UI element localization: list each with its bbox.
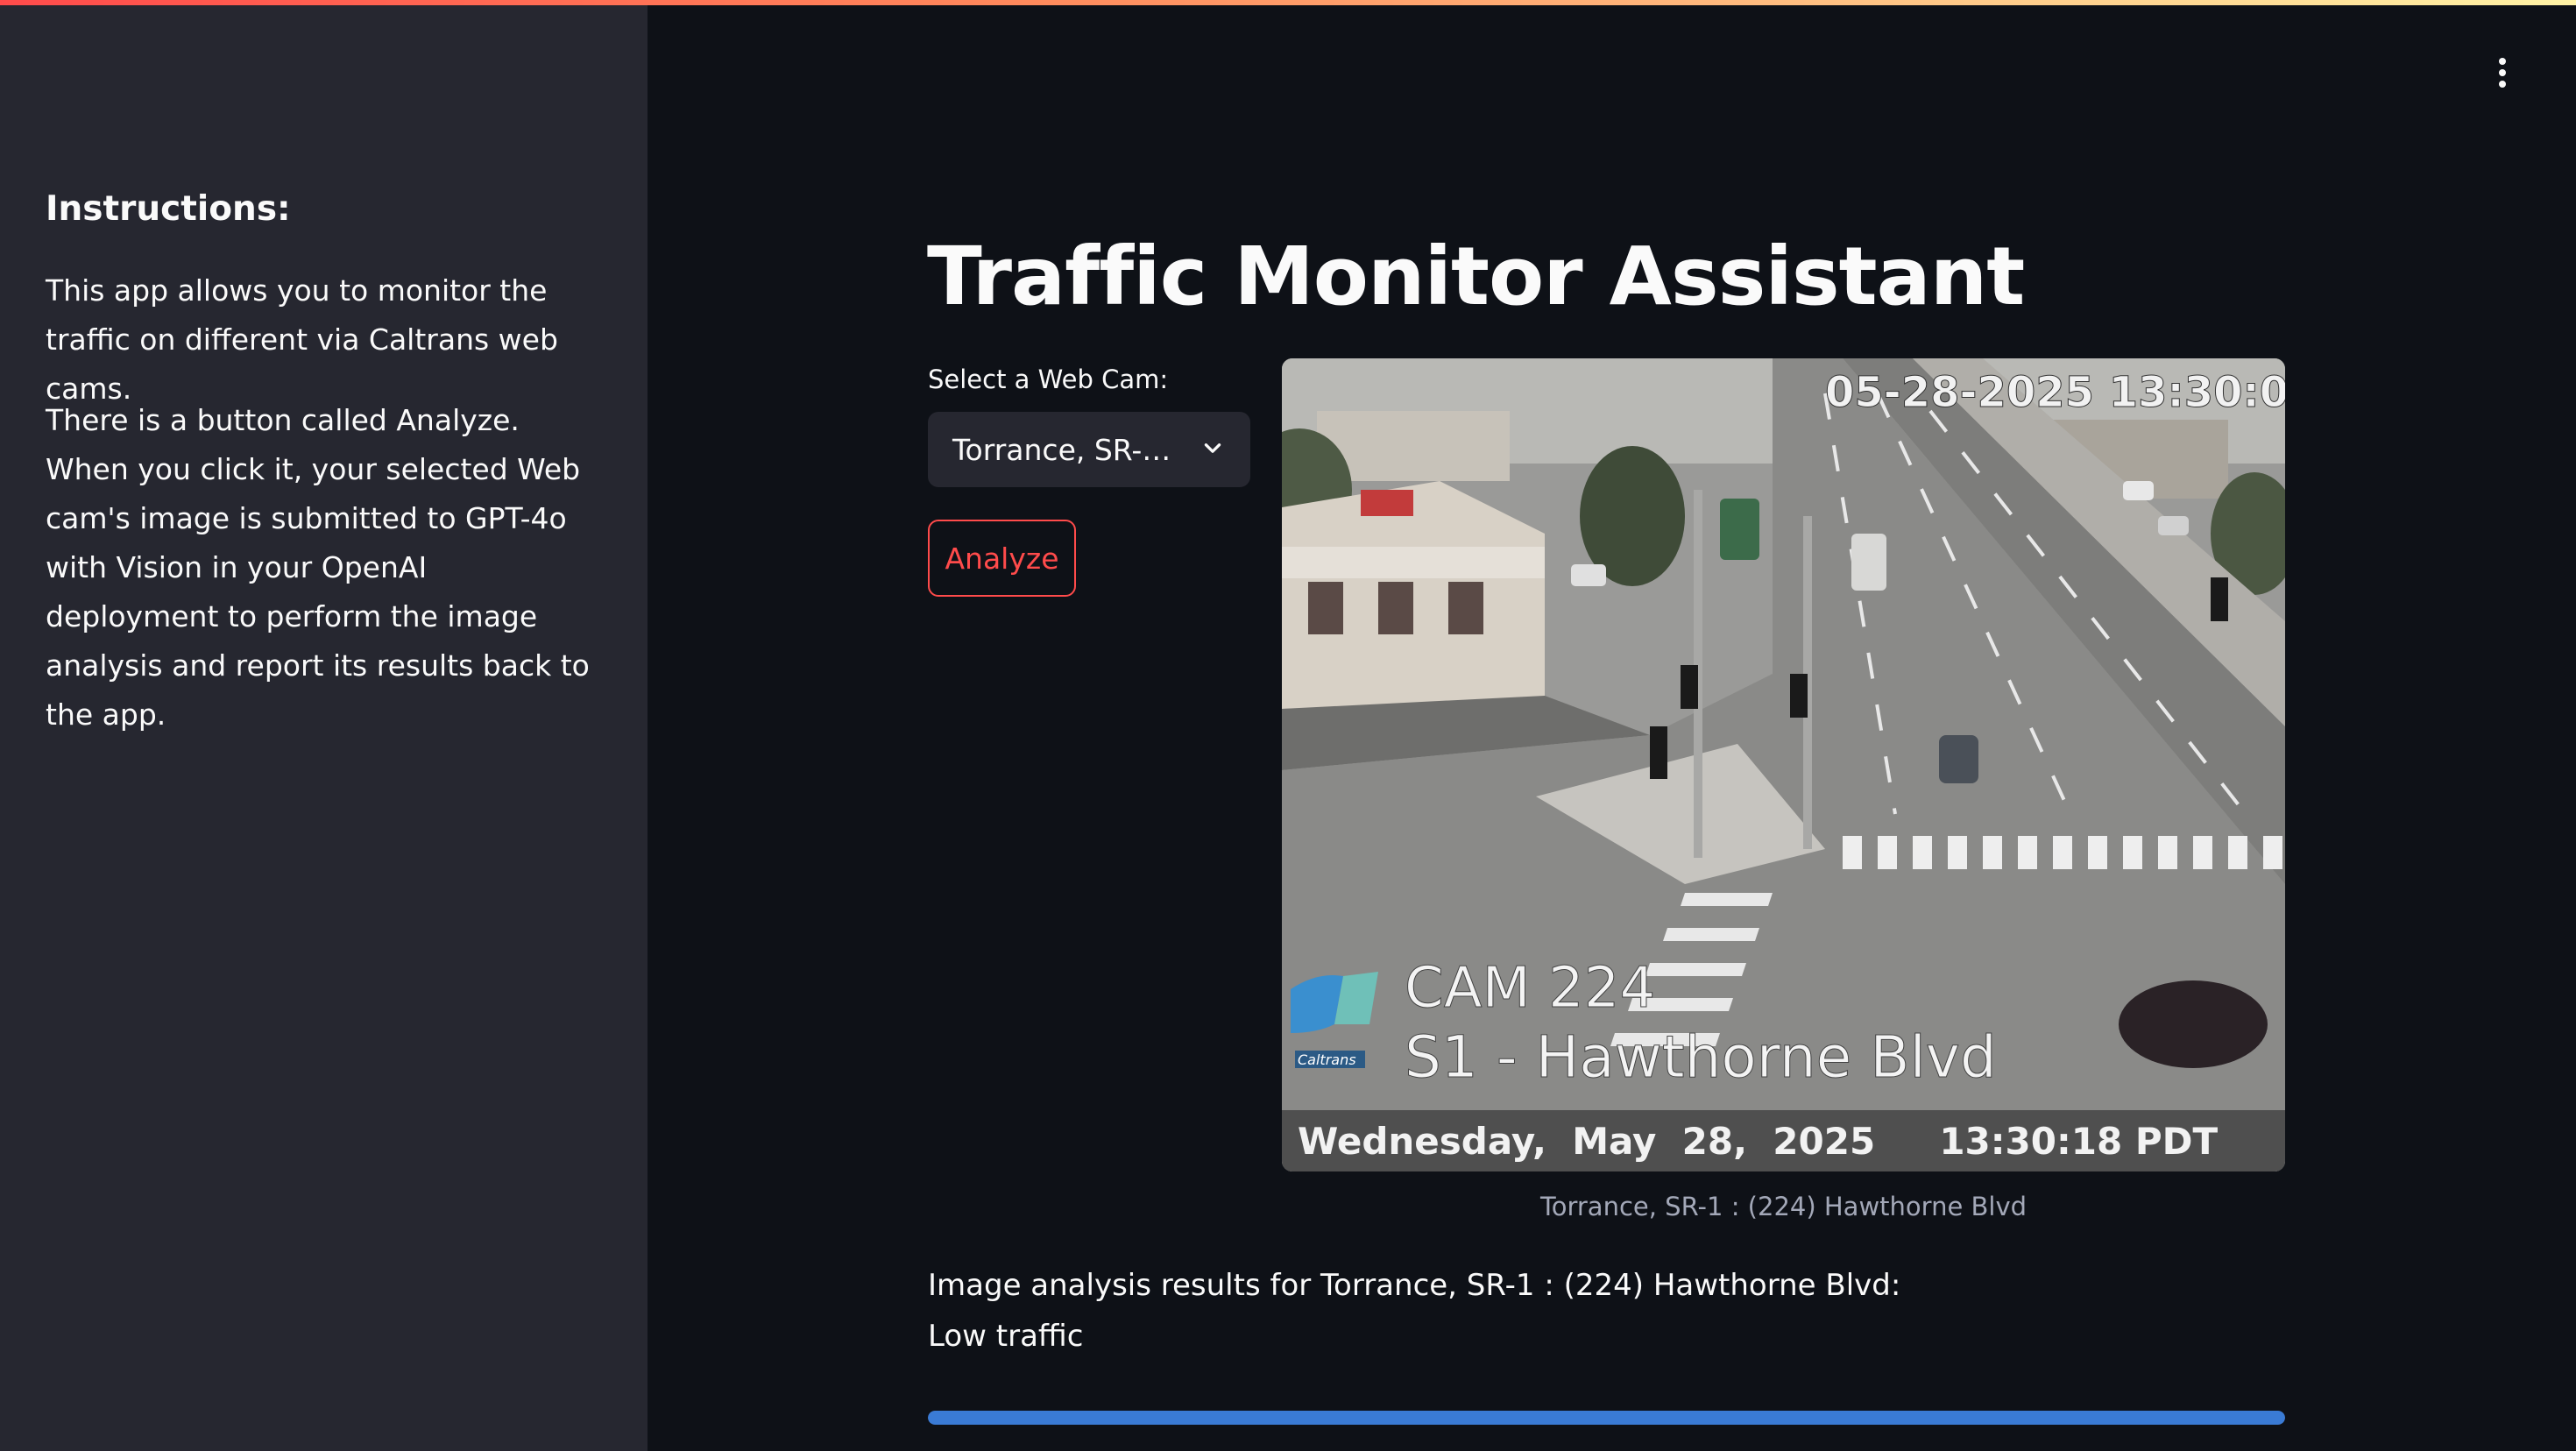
instructions-heading: Instructions: <box>46 189 291 229</box>
analysis-result-label: Image analysis results for Torrance, SR-… <box>928 1268 1901 1303</box>
analyze-button[interactable]: Analyze <box>928 520 1076 597</box>
cam-location-label: S1 - Hawthorne Blvd <box>1405 1023 1997 1091</box>
cam-logo-text: Caltrans <box>1298 1051 1356 1068</box>
page-title: Traffic Monitor Assistant <box>927 230 2025 323</box>
cam-timestamp-bottom: Wednesday, May 28, 2025 13:30:18 PDT <box>1298 1120 2219 1163</box>
kebab-menu-icon <box>2499 58 2506 65</box>
analysis-result-value: Low traffic <box>928 1319 1084 1354</box>
kebab-menu-icon <box>2499 69 2506 76</box>
main-menu-button[interactable] <box>2487 53 2518 93</box>
cam-timestamp-top: 05-28-2025 13:30:01 <box>1825 368 2285 417</box>
kebab-menu-icon <box>2499 81 2506 88</box>
progress-bar-fill <box>928 1411 2285 1425</box>
webcam-select-value: Torrance, SR-… <box>952 432 1171 467</box>
progress-bar <box>928 1411 2285 1425</box>
webcam-caption: Torrance, SR-1 : (224) Hawthorne Blvd <box>1539 1192 2028 1221</box>
sidebar: Instructions: This app allows you to mon… <box>0 5 648 1451</box>
chevron-down-icon <box>1204 443 1221 453</box>
instructions-paragraph-2: There is a button called Analyze. When y… <box>46 403 590 732</box>
cam-id-label: CAM 224 <box>1405 956 1655 1021</box>
instructions-paragraph-1: This app allows you to monitor the traff… <box>46 273 558 406</box>
webcam-select-label: Select a Web Cam: <box>928 365 1169 394</box>
webcam-select[interactable]: Torrance, SR-… <box>928 412 1250 487</box>
webcam-image: 05-28-2025 13:30:01 Caltrans CAM 224 S1 … <box>1282 358 2285 1171</box>
